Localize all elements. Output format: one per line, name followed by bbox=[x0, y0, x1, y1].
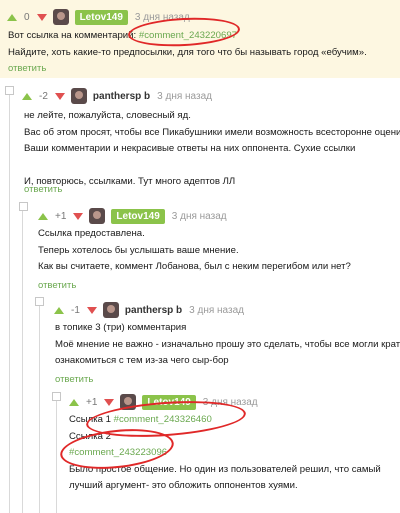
comment-rating: +1 bbox=[55, 210, 67, 222]
comment: -2 panthersp b 3 дня назад не лейте, пож… bbox=[0, 84, 400, 200]
comment-line: #comment_243223096 bbox=[69, 445, 381, 462]
comment-link[interactable]: #comment_243220697 bbox=[139, 30, 237, 41]
comment-date[interactable]: 3 дня назад bbox=[157, 91, 212, 102]
avatar[interactable] bbox=[52, 9, 69, 25]
comment-body: не лейте, пожалуйста, словесный яд. Вас … bbox=[24, 108, 400, 191]
downvote-icon[interactable] bbox=[104, 398, 115, 406]
comment-line: Найдите, хоть какие-то предпосылки, для … bbox=[8, 46, 367, 58]
comment: -1 panthersp b 3 дня назад в топике 3 (т… bbox=[0, 296, 400, 392]
comment: 0 Letov149 3 дня назад Вот ссылка на ком… bbox=[0, 0, 400, 78]
comment-line bbox=[24, 158, 400, 175]
comment-rating: -1 bbox=[71, 304, 80, 316]
comment-line: Теперь хотелось бы услышать ваше мнение. bbox=[38, 244, 239, 256]
comment: +1 Letov149 3 дня назад Ссылка предостав… bbox=[0, 200, 400, 296]
comment-line: Ваши комментарии и некрасивые ответы на … bbox=[24, 143, 356, 154]
comment-line: в топике 3 (три) комментария bbox=[55, 322, 187, 333]
comment-text: Ссылка 1 bbox=[69, 414, 114, 425]
comment-line: Вот ссылка на комментарий: #comment_2432… bbox=[8, 28, 367, 45]
comment: +1 Letov149 3 дня назад Ссылка 1 #commen… bbox=[0, 392, 400, 513]
comment-line: Ссылка 2 bbox=[69, 430, 111, 442]
comment-date[interactable]: 3 дня назад bbox=[172, 211, 227, 222]
comment-line: Было простое общение. Но один из пользов… bbox=[69, 463, 381, 475]
downvote-icon[interactable] bbox=[73, 212, 84, 220]
comment-link[interactable]: #comment_243326460 bbox=[114, 414, 212, 425]
comment-thread: 0 Letov149 3 дня назад Вот ссылка на ком… bbox=[0, 0, 400, 513]
reply-link[interactable]: ответить bbox=[8, 63, 46, 74]
comment-body: в топике 3 (три) комментария Моё мнение … bbox=[55, 320, 400, 370]
comment-date[interactable]: 3 дня назад bbox=[189, 305, 244, 316]
comment-rating: +1 bbox=[86, 396, 98, 408]
avatar[interactable] bbox=[70, 88, 87, 104]
avatar[interactable] bbox=[102, 302, 119, 318]
comment-rating: -2 bbox=[39, 90, 48, 102]
comment-date[interactable]: 3 дня назад bbox=[203, 397, 258, 408]
author-name[interactable]: Letov149 bbox=[142, 394, 196, 410]
comment-line: не лейте, пожалуйста, словесный яд. bbox=[24, 110, 191, 121]
comment-line: Как вы считаете, коммент Лобанова, был с… bbox=[38, 261, 351, 272]
comment-header: 0 Letov149 3 дня назад bbox=[7, 7, 190, 27]
upvote-icon[interactable] bbox=[69, 398, 79, 406]
comment-body: Ссылка 1 #comment_243326460 Ссылка 2 #co… bbox=[69, 412, 381, 495]
comment-body: Вот ссылка на комментарий: #comment_2432… bbox=[8, 28, 367, 61]
comment-header: +1 Letov149 3 дня назад bbox=[69, 392, 258, 412]
comment-date[interactable]: 3 дня назад bbox=[135, 12, 190, 23]
downvote-icon[interactable] bbox=[54, 92, 65, 100]
upvote-icon[interactable] bbox=[38, 212, 48, 220]
reply-link[interactable]: ответить bbox=[55, 374, 93, 385]
comment-body: Ссылка предоставлена. Теперь хотелось бы… bbox=[38, 226, 351, 276]
comment-header: +1 Letov149 3 дня назад bbox=[38, 206, 227, 226]
downvote-icon[interactable] bbox=[36, 13, 47, 21]
reply-link[interactable]: ответить bbox=[24, 184, 62, 195]
comment-line: ознакомиться с тем из-за чего сыр-бор bbox=[55, 355, 229, 366]
comment-link[interactable]: #comment_243223096 bbox=[69, 447, 167, 458]
upvote-icon[interactable] bbox=[54, 306, 64, 314]
comment-line: Ссылка 1 #comment_243326460 bbox=[69, 412, 381, 429]
comment-line: Вас об этом просят, чтобы все Пикабушник… bbox=[24, 126, 400, 138]
comment-line: Ссылка предоставлена. bbox=[38, 228, 145, 239]
author-name[interactable]: Letov149 bbox=[111, 208, 165, 224]
author-name[interactable]: panthersp b bbox=[125, 305, 182, 316]
reply-link[interactable]: ответить bbox=[38, 280, 76, 291]
avatar[interactable] bbox=[120, 394, 137, 410]
downvote-icon[interactable] bbox=[86, 306, 97, 314]
comment-rating: 0 bbox=[24, 11, 30, 23]
comment-header: -1 panthersp b 3 дня назад bbox=[54, 300, 244, 320]
comment-line: Моё мнение не важно - изначально прошу э… bbox=[55, 338, 400, 350]
author-name[interactable]: Letov149 bbox=[74, 9, 128, 25]
upvote-icon[interactable] bbox=[22, 92, 32, 100]
comment-header: -2 panthersp b 3 дня назад bbox=[22, 86, 212, 106]
comment-line: И, повторюсь, ссылками. Тут много адепто… bbox=[24, 176, 236, 187]
comment-text: Вот ссылка на комментарий: bbox=[8, 30, 139, 41]
upvote-icon[interactable] bbox=[7, 13, 17, 21]
comment-line: лучший аргумент- это обложить оппонентов… bbox=[69, 480, 298, 491]
avatar[interactable] bbox=[89, 208, 106, 224]
author-name[interactable]: panthersp b bbox=[93, 91, 150, 102]
